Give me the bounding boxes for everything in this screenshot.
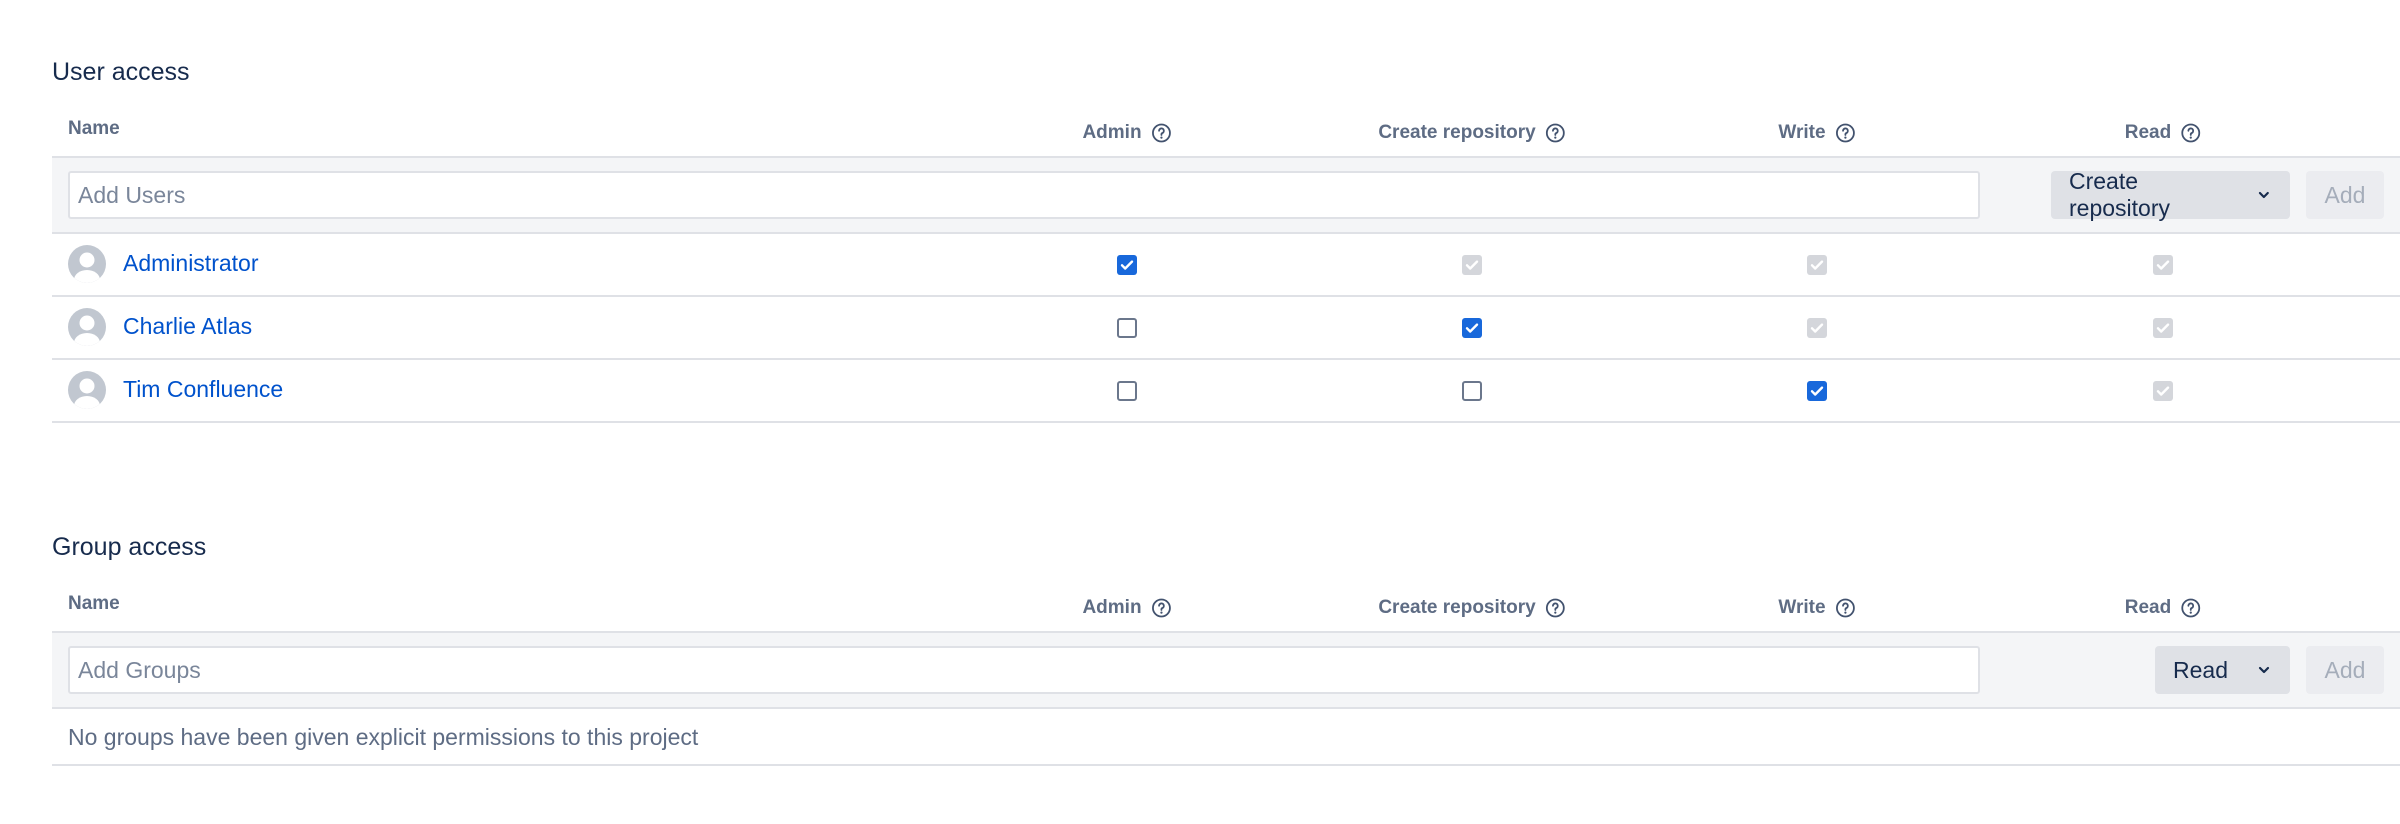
- chevron-down-icon: [2259, 191, 2270, 199]
- user-row: Tim Confluence: [52, 360, 2400, 423]
- checkbox-write: [1807, 318, 1827, 338]
- user-name-link[interactable]: Administrator: [123, 250, 258, 277]
- user-name-link[interactable]: Charlie Atlas: [123, 313, 252, 340]
- checkbox-read: [2153, 318, 2173, 338]
- group-permission-select-value: Read: [2173, 656, 2228, 683]
- column-name: Name: [68, 593, 120, 614]
- checkbox-read: [2153, 255, 2173, 275]
- group-access-title: Group access: [52, 533, 207, 561]
- checkbox-create-repository[interactable]: [1462, 318, 1482, 338]
- checkbox-admin[interactable]: [1117, 381, 1137, 401]
- checkbox-write: [1807, 255, 1827, 275]
- add-groups-row: Read Add: [52, 633, 2400, 709]
- column-admin: Admin: [1082, 122, 1171, 144]
- help-circle-icon[interactable]: [1836, 123, 1856, 143]
- column-write: Write: [1778, 597, 1855, 619]
- column-create-repository: Create repository: [1378, 597, 1566, 619]
- column-admin-label: Admin: [1082, 122, 1142, 143]
- user-permission-select[interactable]: Create repository: [2051, 168, 2290, 221]
- column-read: Read: [2125, 597, 2201, 619]
- user-permission-select-value: Create repository: [2069, 168, 2170, 221]
- checkbox-read: [2153, 381, 2173, 401]
- checkbox-admin[interactable]: [1117, 255, 1137, 275]
- group-access-table: Name Admin Create repository Write Read …: [52, 583, 2400, 766]
- help-circle-icon[interactable]: [1546, 598, 1566, 618]
- user-access-title: User access: [52, 58, 190, 86]
- checkbox-create-repository[interactable]: [1462, 381, 1482, 401]
- chevron-down-icon: [2258, 666, 2270, 674]
- help-circle-icon[interactable]: [1836, 598, 1856, 618]
- default-avatar-icon: [68, 245, 106, 283]
- group-permission-select[interactable]: Read: [2155, 646, 2290, 694]
- add-user-button[interactable]: Add: [2306, 171, 2384, 219]
- default-avatar-icon: [68, 371, 106, 409]
- column-create-repository: Create repository: [1378, 122, 1566, 144]
- user-row: Administrator: [52, 234, 2400, 297]
- empty-groups-message: No groups have been given explicit permi…: [68, 724, 699, 750]
- default-avatar-icon: [68, 308, 106, 346]
- user-rows: Administrator Charlie Atlas Tim Confluence: [52, 234, 2400, 423]
- column-read-label: Read: [2124, 597, 2172, 618]
- user-name-link[interactable]: Tim Confluence: [123, 376, 283, 403]
- checkbox-admin[interactable]: [1117, 318, 1137, 338]
- column-write: Write: [1778, 122, 1855, 144]
- help-circle-icon[interactable]: [2181, 598, 2201, 618]
- help-circle-icon[interactable]: [1152, 598, 1172, 618]
- user-row: Charlie Atlas: [52, 297, 2400, 360]
- help-circle-icon[interactable]: [2181, 123, 2201, 143]
- add-group-button[interactable]: Add: [2306, 646, 2384, 694]
- help-circle-icon[interactable]: [1152, 123, 1172, 143]
- permissions-page: User access Name Admin Create repository…: [0, 0, 2400, 824]
- column-admin-label: Admin: [1082, 597, 1142, 618]
- user-table-header: Name Admin Create repository Write Read: [52, 108, 2400, 158]
- add-users-input[interactable]: [68, 171, 1980, 219]
- column-create-repository-label: Create repository: [1378, 597, 1536, 618]
- column-read: Read: [2125, 122, 2201, 144]
- checkbox-create-repository: [1462, 255, 1482, 275]
- checkbox-write[interactable]: [1807, 381, 1827, 401]
- column-write-label: Write: [1778, 597, 1826, 618]
- column-read-label: Read: [2124, 122, 2172, 143]
- column-create-repository-label: Create repository: [1378, 122, 1536, 143]
- add-groups-input[interactable]: [68, 646, 1980, 694]
- column-write-label: Write: [1778, 122, 1826, 143]
- column-name: Name: [68, 118, 120, 139]
- user-access-table: Name Admin Create repository Write Read …: [52, 108, 2400, 423]
- column-admin: Admin: [1082, 597, 1171, 619]
- group-empty-row: No groups have been given explicit permi…: [52, 709, 2400, 766]
- help-circle-icon[interactable]: [1546, 123, 1566, 143]
- add-users-row: Create repository Add: [52, 158, 2400, 234]
- group-table-header: Name Admin Create repository Write Read: [52, 583, 2400, 633]
